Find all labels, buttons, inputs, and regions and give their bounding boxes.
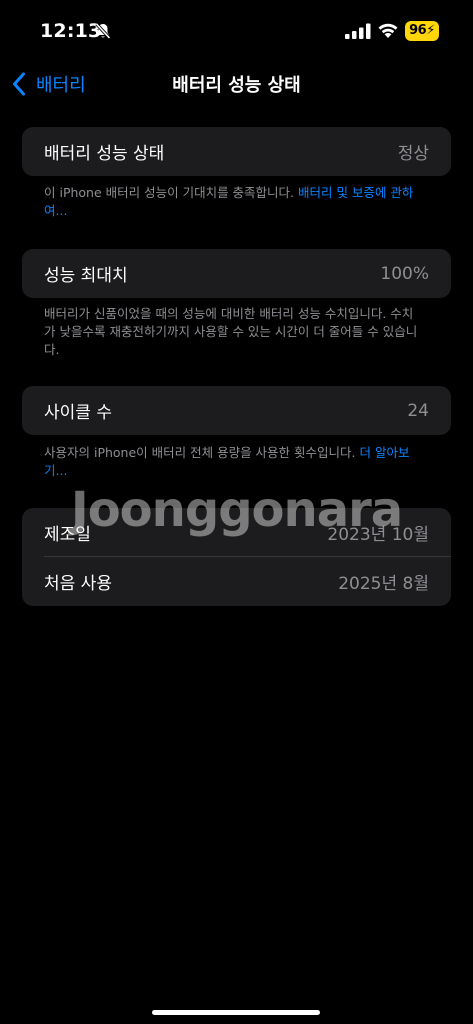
cycle-count-row: 사이클 수 24 (22, 386, 451, 435)
cycle-count-footnote-text: 사용자의 iPhone이 배터리 전체 용량을 사용한 횟수입니다. (44, 445, 360, 460)
page-title: 배터리 성능 상태 (172, 75, 301, 96)
battery-indicator: 96⚡ (405, 21, 439, 41)
status-bar: 12:13 96⚡ (0, 0, 473, 60)
cycle-count-footnote: 사용자의 iPhone이 배터리 전체 용량을 사용한 횟수입니다. 더 알아보… (44, 444, 419, 480)
dates-card: 제조일 2023년 10월 처음 사용 2025년 8월 (22, 508, 451, 606)
first-use-label: 처음 사용 (44, 574, 112, 594)
cycle-count-value: 24 (407, 400, 429, 421)
battery-health-footnote-text: 이 iPhone 배터리 성능이 기대치를 충족합니다. (44, 185, 299, 200)
battery-health-value: 정상 (397, 144, 429, 164)
battery-health-row: 배터리 성능 상태 정상 (22, 127, 451, 176)
cycle-count-label: 사이클 수 (44, 403, 112, 423)
cellular-signal-icon (345, 23, 371, 39)
manufacture-date-value: 2023년 10월 (327, 525, 429, 545)
first-use-value: 2025년 8월 (338, 574, 429, 594)
battery-health-label: 배터리 성능 상태 (44, 144, 165, 164)
charging-bolt-icon: ⚡ (426, 23, 435, 38)
bell-slash-icon (95, 22, 111, 40)
first-use-row: 처음 사용 2025년 8월 (22, 557, 451, 606)
manufacture-date-row: 제조일 2023년 10월 (22, 508, 451, 557)
status-time: 12:13 (40, 20, 102, 42)
wifi-icon (378, 23, 398, 38)
maximum-capacity-footnote: 배터리가 신품이었을 때의 성능에 대비한 배터리 성능 수치입니다. 수치가 … (44, 306, 418, 357)
maximum-capacity-label: 성능 최대치 (44, 266, 128, 286)
manufacture-date-label: 제조일 (44, 525, 91, 545)
navigation-bar: 배터리 배터리 성능 상태 (0, 62, 473, 106)
battery-health-card: 배터리 성능 상태 정상 (22, 127, 451, 176)
maximum-capacity-value: 100% (380, 263, 429, 284)
maximum-capacity-card: 성능 최대치 100% (22, 249, 451, 298)
battery-level: 96 (409, 23, 427, 38)
battery-health-footnote: 이 iPhone 배터리 성능이 기대치를 충족합니다. 배터리 및 보증에 관… (44, 184, 419, 220)
home-indicator[interactable] (152, 1010, 320, 1015)
cycle-count-card: 사이클 수 24 (22, 386, 451, 435)
maximum-capacity-row: 성능 최대치 100% (22, 249, 451, 298)
